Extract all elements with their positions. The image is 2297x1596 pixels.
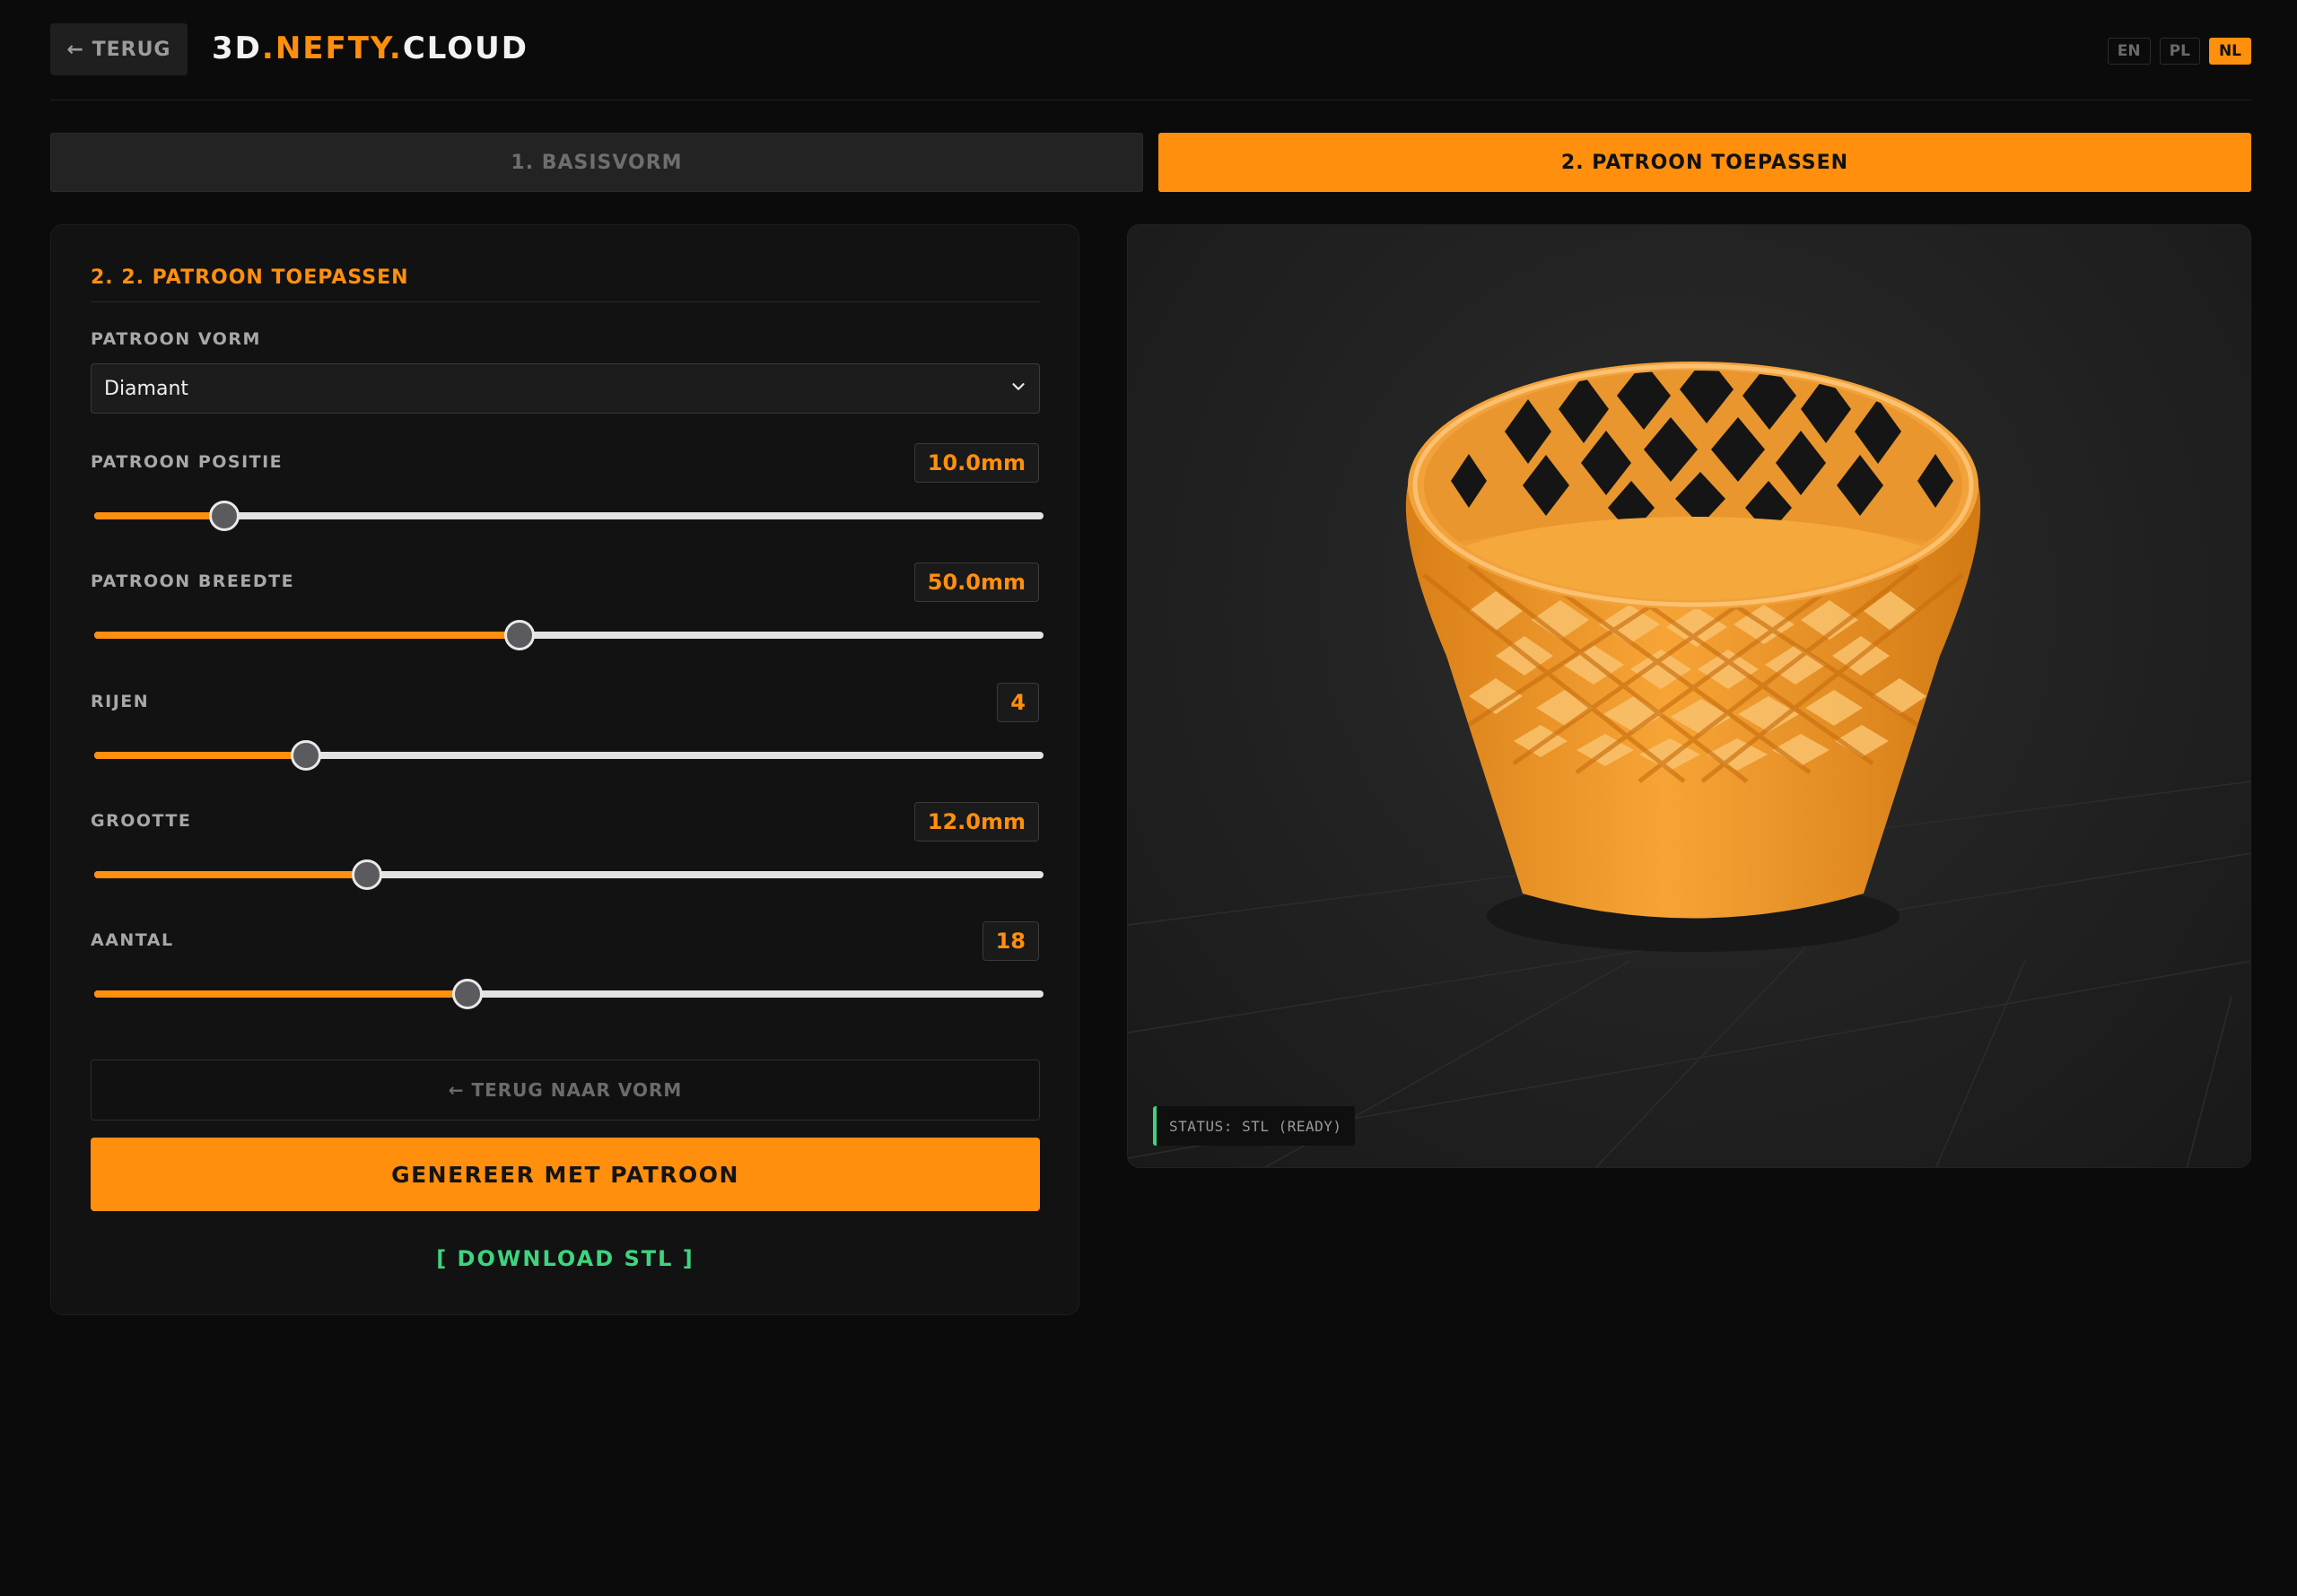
back-to-shape-button[interactable]: ← TERUG NAAR VORM <box>91 1060 1040 1121</box>
slider-label-rijen: RIJEN <box>91 692 150 711</box>
panel-title: 2. 2. PATROON TOEPASSEN <box>91 266 1040 302</box>
language-pl-button[interactable]: PL <box>2159 38 2200 65</box>
language-switcher: EN PL NL <box>2107 38 2251 65</box>
top-header: ← TERUG 3D.NEFTY.CLOUD EN PL NL <box>50 23 2251 100</box>
slider-fill <box>94 990 467 998</box>
slider-label-grootte: GROOTTE <box>91 811 192 831</box>
logo-part-3d: 3D <box>212 31 262 66</box>
value-badge-patroon-breedte: 50.0mm <box>913 563 1039 602</box>
slider-patroon-positie[interactable] <box>94 498 1044 534</box>
slider-thumb[interactable] <box>351 859 382 890</box>
3d-preview-viewer[interactable]: STATUS: STL (READY) <box>1127 224 2251 1168</box>
slider-grootte[interactable] <box>94 857 1044 893</box>
tab-basisvorm[interactable]: 1. BASISVORM <box>50 133 1143 192</box>
chevron-down-icon <box>1012 383 1025 390</box>
slider-label-patroon-breedte: PATROON BREEDTE <box>91 571 295 591</box>
language-nl-button[interactable]: NL <box>2208 38 2251 65</box>
back-button[interactable]: ← TERUG <box>50 23 188 75</box>
slider-fill <box>94 871 367 878</box>
logo-dot: . <box>389 31 403 66</box>
slider-thumb[interactable] <box>451 979 483 1009</box>
slider-fill <box>94 512 224 519</box>
value-badge-patroon-positie: 10.0mm <box>913 443 1039 483</box>
logo-dot: . <box>261 31 275 66</box>
slider-aantal[interactable] <box>94 976 1044 1012</box>
pattern-settings-panel: 2. 2. PATROON TOEPASSEN PATROON VORM Dia… <box>50 224 1079 1315</box>
language-en-button[interactable]: EN <box>2107 38 2151 65</box>
slider-thumb[interactable] <box>290 740 321 771</box>
value-badge-aantal: 18 <box>982 921 1039 961</box>
download-stl-link[interactable]: [ DOWNLOAD STL ] <box>91 1246 1040 1271</box>
tab-patroon-toepassen[interactable]: 2. PATROON TOEPASSEN <box>1158 133 2251 192</box>
slider-fill <box>94 632 520 639</box>
pattern-shape-label: PATROON VORM <box>91 329 261 349</box>
pattern-shape-select[interactable]: Diamant <box>91 363 1040 414</box>
slider-fill <box>94 752 306 759</box>
stl-status-badge: STATUS: STL (READY) <box>1153 1106 1355 1146</box>
slider-label-patroon-positie: PATROON POSITIE <box>91 452 284 472</box>
slider-label-aantal: AANTAL <box>91 930 174 950</box>
logo-part-nefty: NEFTY <box>275 31 389 66</box>
slider-rijen[interactable] <box>94 737 1044 773</box>
generate-with-pattern-button[interactable]: GENEREER MET PATROON <box>91 1138 1040 1211</box>
slider-thumb[interactable] <box>503 620 535 650</box>
pattern-shape-value: Diamant <box>104 377 189 400</box>
basket-model-render <box>1128 362 2250 1167</box>
value-badge-rijen: 4 <box>997 683 1039 722</box>
logo-part-cloud: CLOUD <box>402 31 528 66</box>
slider-thumb[interactable] <box>208 501 240 531</box>
step-tabs: 1. BASISVORM 2. PATROON TOEPASSEN <box>50 133 2251 192</box>
slider-patroon-breedte[interactable] <box>94 617 1044 653</box>
site-logo[interactable]: 3D.NEFTY.CLOUD <box>212 31 528 68</box>
value-badge-grootte: 12.0mm <box>913 802 1039 842</box>
